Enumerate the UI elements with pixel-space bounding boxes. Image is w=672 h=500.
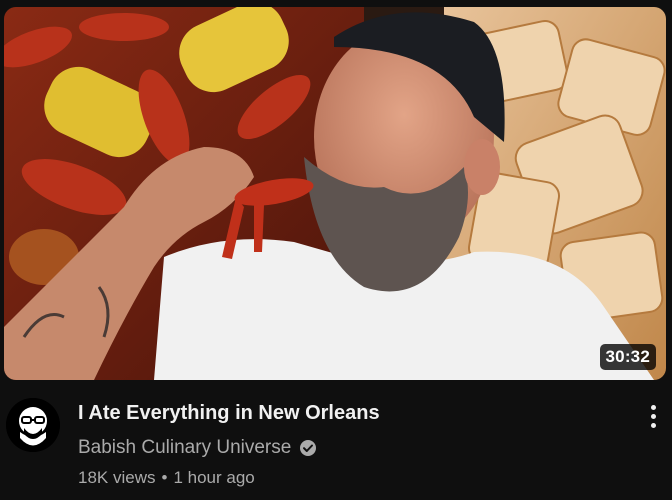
thumbnail-image — [4, 7, 666, 380]
video-title[interactable]: I Ate Everything in New Orleans — [78, 400, 622, 426]
channel-name[interactable]: Babish Culinary Universe — [78, 436, 291, 460]
separator-dot: • — [161, 468, 168, 487]
more-options-button[interactable] — [638, 398, 668, 434]
more-vert-icon — [650, 404, 656, 410]
view-count: 18K views — [78, 468, 156, 487]
video-meta: I Ate Everything in New Orleans Babish C… — [78, 400, 622, 490]
video-thumbnail[interactable]: 30:32 — [4, 7, 666, 380]
video-stats: 18K views • 1 hour ago — [78, 466, 622, 490]
verified-badge-icon — [300, 440, 317, 456]
duration-badge: 30:32 — [599, 344, 656, 370]
channel-avatar-icon — [6, 398, 60, 452]
channel-row: Babish Culinary Universe — [78, 436, 622, 460]
upload-age: 1 hour ago — [173, 468, 255, 487]
video-card: 30:32 I Ate Everything in New Orleans Ba… — [0, 0, 672, 500]
channel-avatar[interactable] — [6, 398, 60, 452]
